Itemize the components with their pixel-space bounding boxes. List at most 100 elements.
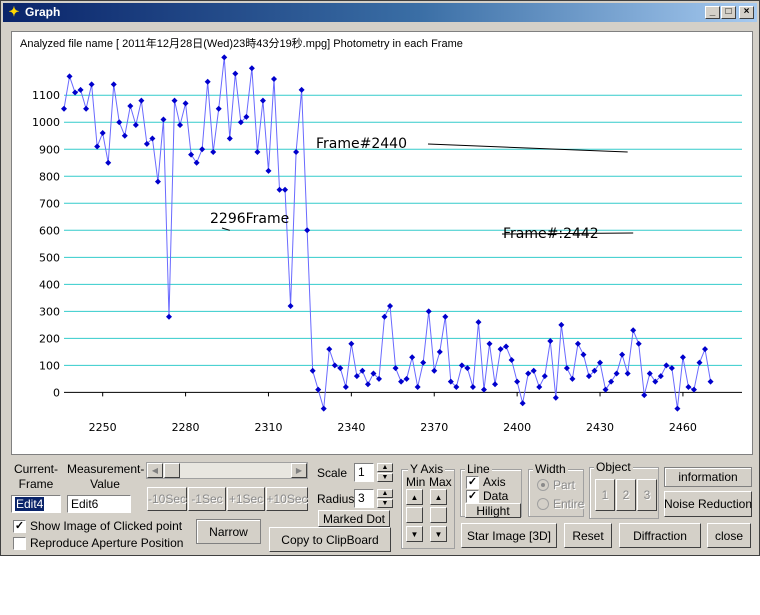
object-3-button[interactable]: 3 [637, 479, 657, 511]
graph-panel[interactable]: Analyzed file name [ 2011年12月28日(Wed)23時… [11, 31, 753, 455]
data-point[interactable] [541, 373, 548, 380]
data-point[interactable] [287, 302, 294, 309]
copy-clipboard-button[interactable]: Copy to ClipBoard [269, 527, 391, 552]
data-point[interactable] [315, 386, 322, 393]
data-point[interactable] [574, 340, 581, 347]
scale-down-arrow[interactable]: ▼ [377, 473, 393, 482]
data-checkbox[interactable]: ✓ [466, 490, 479, 503]
data-point[interactable] [182, 100, 189, 107]
data-point[interactable] [436, 348, 443, 355]
data-point[interactable] [414, 383, 421, 390]
title-bar[interactable]: ✦ Graph _ □ × [3, 3, 757, 22]
data-point[interactable] [72, 89, 79, 96]
plus-10sec-button[interactable]: +10Sec [266, 487, 308, 511]
data-point[interactable] [530, 367, 537, 374]
frame-scrollbar[interactable]: ◀ ▶ [146, 462, 308, 479]
data-point[interactable] [204, 78, 211, 85]
scroll-thumb[interactable] [164, 463, 180, 478]
minus-10sec-button[interactable]: -10Sec [147, 487, 187, 511]
data-point[interactable] [580, 351, 587, 358]
data-point[interactable] [442, 313, 449, 320]
y-max-down-button[interactable]: ▼ [430, 526, 447, 542]
y-min-down-button[interactable]: ▼ [406, 526, 423, 542]
scroll-right-button[interactable]: ▶ [291, 463, 307, 478]
data-point[interactable] [635, 340, 642, 347]
data-point[interactable] [630, 327, 637, 334]
data-point[interactable] [88, 81, 95, 88]
data-point[interactable] [425, 308, 432, 315]
data-point[interactable] [707, 378, 714, 385]
entire-radio[interactable] [537, 498, 549, 510]
data-point[interactable] [569, 375, 576, 382]
data-point[interactable] [270, 76, 277, 83]
data-point[interactable] [403, 375, 410, 382]
data-point[interactable] [94, 143, 101, 150]
object-2-button[interactable]: 2 [616, 479, 636, 511]
data-point[interactable] [619, 351, 626, 358]
radius-field[interactable]: 3 [354, 489, 374, 508]
data-point[interactable] [320, 405, 327, 412]
data-point[interactable] [337, 365, 344, 372]
data-point[interactable] [663, 362, 670, 369]
minimize-button[interactable]: _ [705, 6, 720, 19]
data-point[interactable] [259, 97, 266, 104]
photometry-chart[interactable]: 0 100 200 300 400 500 600 700 800 900 1000 1100 2250… [12, 32, 752, 454]
show-image-checkbox[interactable]: ✓ [13, 520, 26, 533]
data-point[interactable] [160, 116, 167, 123]
data-point[interactable] [475, 319, 482, 326]
data-point[interactable] [508, 356, 515, 363]
data-point[interactable] [304, 227, 311, 234]
reproduce-aperture-checkbox[interactable] [13, 537, 26, 550]
data-point[interactable] [486, 340, 493, 347]
data-point[interactable] [342, 383, 349, 390]
data-point[interactable] [392, 365, 399, 372]
information-button[interactable]: information [664, 467, 752, 487]
scale-field[interactable]: 1 [354, 463, 374, 482]
data-point[interactable] [110, 81, 117, 88]
data-point[interactable] [641, 392, 648, 399]
y-min-mid-button[interactable] [406, 507, 423, 523]
data-point[interactable] [536, 383, 543, 390]
data-point[interactable] [480, 386, 487, 393]
data-point[interactable] [464, 365, 471, 372]
data-point[interactable] [552, 394, 559, 401]
data-point[interactable] [679, 354, 686, 361]
data-point[interactable] [77, 86, 84, 93]
data-point[interactable] [420, 359, 427, 366]
data-point[interactable] [387, 302, 394, 309]
data-point[interactable] [199, 146, 206, 153]
axis-checkbox[interactable]: ✓ [466, 476, 479, 489]
data-point[interactable] [226, 135, 233, 142]
close-window-button[interactable]: × [739, 6, 754, 19]
data-point[interactable] [364, 381, 371, 388]
data-point[interactable] [563, 365, 570, 372]
data-point[interactable] [215, 105, 222, 112]
data-point[interactable] [121, 132, 128, 139]
data-point[interactable] [674, 405, 681, 412]
data-point[interactable] [105, 159, 112, 166]
reset-button[interactable]: Reset [564, 523, 612, 548]
data-point[interactable] [154, 178, 161, 185]
y-min-up-button[interactable]: ▲ [406, 489, 423, 505]
data-point[interactable] [348, 340, 355, 347]
data-point[interactable] [193, 159, 200, 166]
data-point[interactable] [165, 313, 172, 320]
data-point[interactable] [116, 119, 123, 126]
data-point[interactable] [685, 383, 692, 390]
data-point[interactable] [409, 354, 416, 361]
scroll-left-button[interactable]: ◀ [147, 463, 163, 478]
data-point[interactable] [276, 186, 283, 193]
data-point[interactable] [66, 73, 73, 80]
data-point[interactable] [558, 321, 565, 328]
part-radio[interactable] [537, 479, 549, 491]
data-point[interactable] [597, 359, 604, 366]
close-button[interactable]: close [707, 523, 751, 548]
data-point[interactable] [514, 378, 521, 385]
data-point[interactable] [613, 370, 620, 377]
current-frame-field[interactable]: Edit4 [11, 495, 61, 513]
y-max-up-button[interactable]: ▲ [430, 489, 447, 505]
data-point[interactable] [188, 151, 195, 158]
data-point[interactable] [282, 186, 289, 193]
data-point[interactable] [668, 365, 675, 372]
data-point[interactable] [690, 386, 697, 393]
